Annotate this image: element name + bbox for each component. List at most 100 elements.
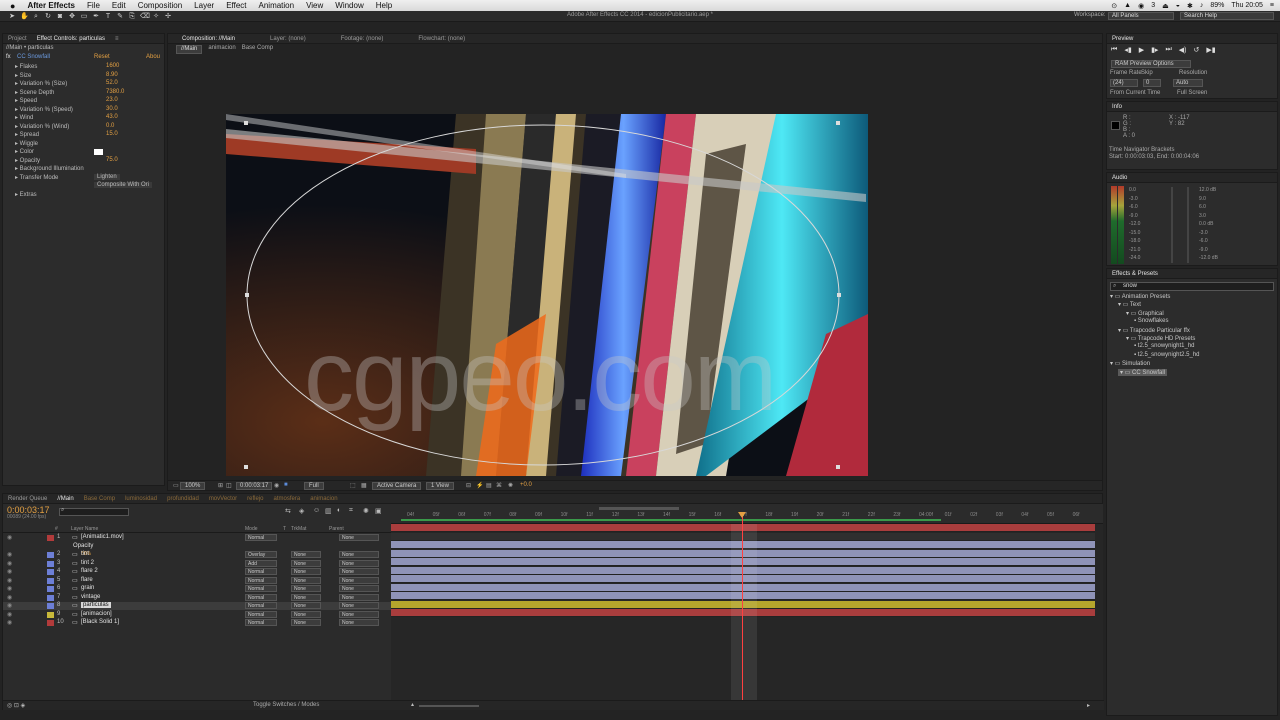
menu-extra-icon[interactable]: ≡ xyxy=(1270,2,1274,9)
about-link[interactable]: Abou xyxy=(146,54,160,60)
motion-blur-icon[interactable]: ◐ xyxy=(337,507,341,514)
timeline-icon[interactable]: ▤ xyxy=(486,482,492,489)
effect-property-name[interactable]: ▸ Opacity xyxy=(15,157,40,164)
timeline-tab[interactable]: //Main xyxy=(52,496,78,502)
effects-tree-item[interactable]: ▪ Snowflakes xyxy=(1134,318,1168,324)
transparency-grid-icon[interactable]: ▦ xyxy=(361,482,367,489)
tab-composition[interactable]: Composition: //Main xyxy=(168,36,240,42)
effect-property-value[interactable]: 15.0 xyxy=(106,131,118,137)
tab-footage[interactable]: Footage: (none) xyxy=(311,36,389,42)
color-swatch[interactable] xyxy=(94,149,103,155)
table-row[interactable]: ◉ 3 ▭ tint 2 Add None None xyxy=(3,559,391,568)
mask-visibility-icon[interactable]: ◫ xyxy=(226,482,232,489)
layer-mode-select[interactable]: Normal xyxy=(245,602,277,609)
effect-property-value[interactable]: 75.0 xyxy=(106,157,118,163)
visibility-eye-icon[interactable]: ◉ xyxy=(7,560,12,567)
layer-name[interactable]: tint xyxy=(81,551,89,557)
subtab-animacion[interactable]: animacion xyxy=(208,45,235,54)
clone-tool-icon[interactable]: ⎘ xyxy=(128,13,136,20)
always-preview-icon[interactable]: ▭ xyxy=(173,482,179,489)
layer-trkmat-select[interactable]: None xyxy=(291,602,321,609)
footer-icons[interactable]: ◎ ⊡ ◈ xyxy=(7,702,25,709)
layer-parent-select[interactable]: None xyxy=(339,551,379,558)
layer-trkmat-select[interactable]: None xyxy=(291,585,321,592)
prev-frame-icon[interactable]: ◂▮ xyxy=(1124,46,1131,54)
audio-slider-track[interactable] xyxy=(1187,187,1189,263)
last-frame-icon[interactable]: ⏭ xyxy=(1165,46,1171,54)
clock-text[interactable]: Thu 20:05 xyxy=(1231,2,1263,9)
layer-parent-select[interactable]: None xyxy=(339,585,379,592)
table-row[interactable]: ◉ 8 ▭ particulas Normal None None xyxy=(3,602,391,610)
timeline-tab[interactable]: Render Queue xyxy=(3,496,52,502)
label-color-swatch[interactable] xyxy=(47,611,54,618)
effect-property-value[interactable]: 1600 xyxy=(106,63,119,69)
workspace-select[interactable]: All Panels xyxy=(1108,12,1174,20)
table-row[interactable]: ◉ 4 ▭ flare 2 Normal None None xyxy=(3,568,391,576)
visibility-eye-icon[interactable]: ◉ xyxy=(7,585,12,592)
label-color-swatch[interactable] xyxy=(47,586,54,592)
layer-trkmat-select[interactable]: None xyxy=(291,593,321,601)
pan-behind-tool-icon[interactable]: ✥ xyxy=(68,13,76,20)
toggle-pixel-aspect-icon[interactable]: ⊟ xyxy=(466,482,471,489)
zoom-out-icon[interactable]: ▴ xyxy=(411,701,414,708)
fast-preview-icon[interactable]: ⚡ xyxy=(476,482,483,489)
effect-property-value[interactable]: 7380.0 xyxy=(106,89,124,95)
effect-property-value[interactable]: 52.0 xyxy=(106,80,118,86)
effect-property-name[interactable]: ▸ Wind xyxy=(15,114,33,121)
visibility-eye-icon[interactable]: ◉ xyxy=(7,594,12,601)
puppet-tool-icon[interactable]: ✢ xyxy=(164,13,172,20)
layer-parent-select[interactable]: None xyxy=(339,619,379,626)
brush-tool-icon[interactable]: ✎ xyxy=(116,13,124,20)
grid-icon[interactable]: ⊞ xyxy=(218,482,223,489)
status-icon[interactable]: ♪ xyxy=(1200,2,1204,9)
camera-select[interactable]: Active Camera xyxy=(372,482,422,490)
effect-property-name[interactable]: ▸ Transfer Mode xyxy=(15,174,58,181)
effect-property-name[interactable]: ▸ Background Illumination xyxy=(15,165,84,172)
label-color-swatch[interactable] xyxy=(47,569,54,575)
playhead-line[interactable] xyxy=(742,512,743,710)
tab-flowchart[interactable]: Flowchart: (none) xyxy=(388,36,470,42)
menu-edit[interactable]: Edit xyxy=(106,1,132,10)
col-layer-name[interactable]: Layer Name xyxy=(71,526,98,532)
status-icon[interactable]: ◉ xyxy=(1138,2,1144,10)
subtab-main[interactable]: //Main xyxy=(176,45,203,54)
label-color-swatch[interactable] xyxy=(47,603,54,609)
exposure-value[interactable]: +0.0 xyxy=(520,482,532,488)
layer-name[interactable]: flare xyxy=(81,577,93,583)
visibility-eye-icon[interactable]: ◉ xyxy=(7,568,12,575)
visibility-eye-icon[interactable]: ◉ xyxy=(7,551,12,558)
frame-blending-icon[interactable]: ▥ xyxy=(325,507,332,515)
menu-app[interactable]: After Effects xyxy=(21,1,81,10)
effect-property-name[interactable]: ▸ Extras xyxy=(15,191,37,198)
layer-mode-select[interactable]: Normal xyxy=(245,585,277,592)
draft-3d-icon[interactable]: ◈ xyxy=(299,507,304,515)
layer-mode-select[interactable]: Normal xyxy=(245,610,277,618)
label-color-swatch[interactable] xyxy=(47,535,54,541)
layer-parent-select[interactable]: None xyxy=(339,610,379,618)
effects-tree-item[interactable]: ▾ ▭ CC Snowfall xyxy=(1118,368,1168,376)
layer-mode-select[interactable]: Normal xyxy=(245,576,277,584)
effect-property-name[interactable]: ▸ Variation % (Size) xyxy=(15,80,67,87)
hand-tool-icon[interactable]: ✋ xyxy=(20,13,29,20)
snapshot-icon[interactable]: ◉ xyxy=(274,482,279,489)
menu-view[interactable]: View xyxy=(300,1,329,10)
layer-trkmat-select[interactable]: None xyxy=(291,559,321,567)
visibility-eye-icon[interactable]: ◉ xyxy=(7,577,12,584)
effect-property-name[interactable]: ▸ Wiggle xyxy=(15,140,38,147)
effects-tree-item[interactable]: ▾ ▭ Trapcode Particular ffx xyxy=(1118,327,1190,334)
from-current-time-check[interactable]: From Current Time xyxy=(1110,90,1160,96)
type-tool-icon[interactable]: T xyxy=(104,13,112,20)
composition-mini-flowchart-icon[interactable]: ⇆ xyxy=(285,507,291,515)
effect-property-name[interactable]: ▸ Scene Depth xyxy=(15,89,54,96)
playhead-handle-icon[interactable] xyxy=(738,512,746,518)
effect-property-name[interactable]: ▸ Flakes xyxy=(15,63,37,70)
menu-effect[interactable]: Effect xyxy=(220,1,252,10)
layer-trkmat-select[interactable]: None xyxy=(291,576,321,584)
zoom-tool-icon[interactable]: ⌕ xyxy=(32,13,40,20)
eraser-tool-icon[interactable]: ⌫ xyxy=(140,13,150,20)
view-layout-select[interactable]: 1 View xyxy=(426,482,454,490)
status-icon[interactable]: ✱ xyxy=(1187,2,1193,10)
effect-property-value[interactable]: Lighten xyxy=(94,173,120,180)
layer-name[interactable]: [Black Solid 1] xyxy=(81,619,119,625)
show-channel-icon[interactable]: ■ xyxy=(284,482,288,488)
